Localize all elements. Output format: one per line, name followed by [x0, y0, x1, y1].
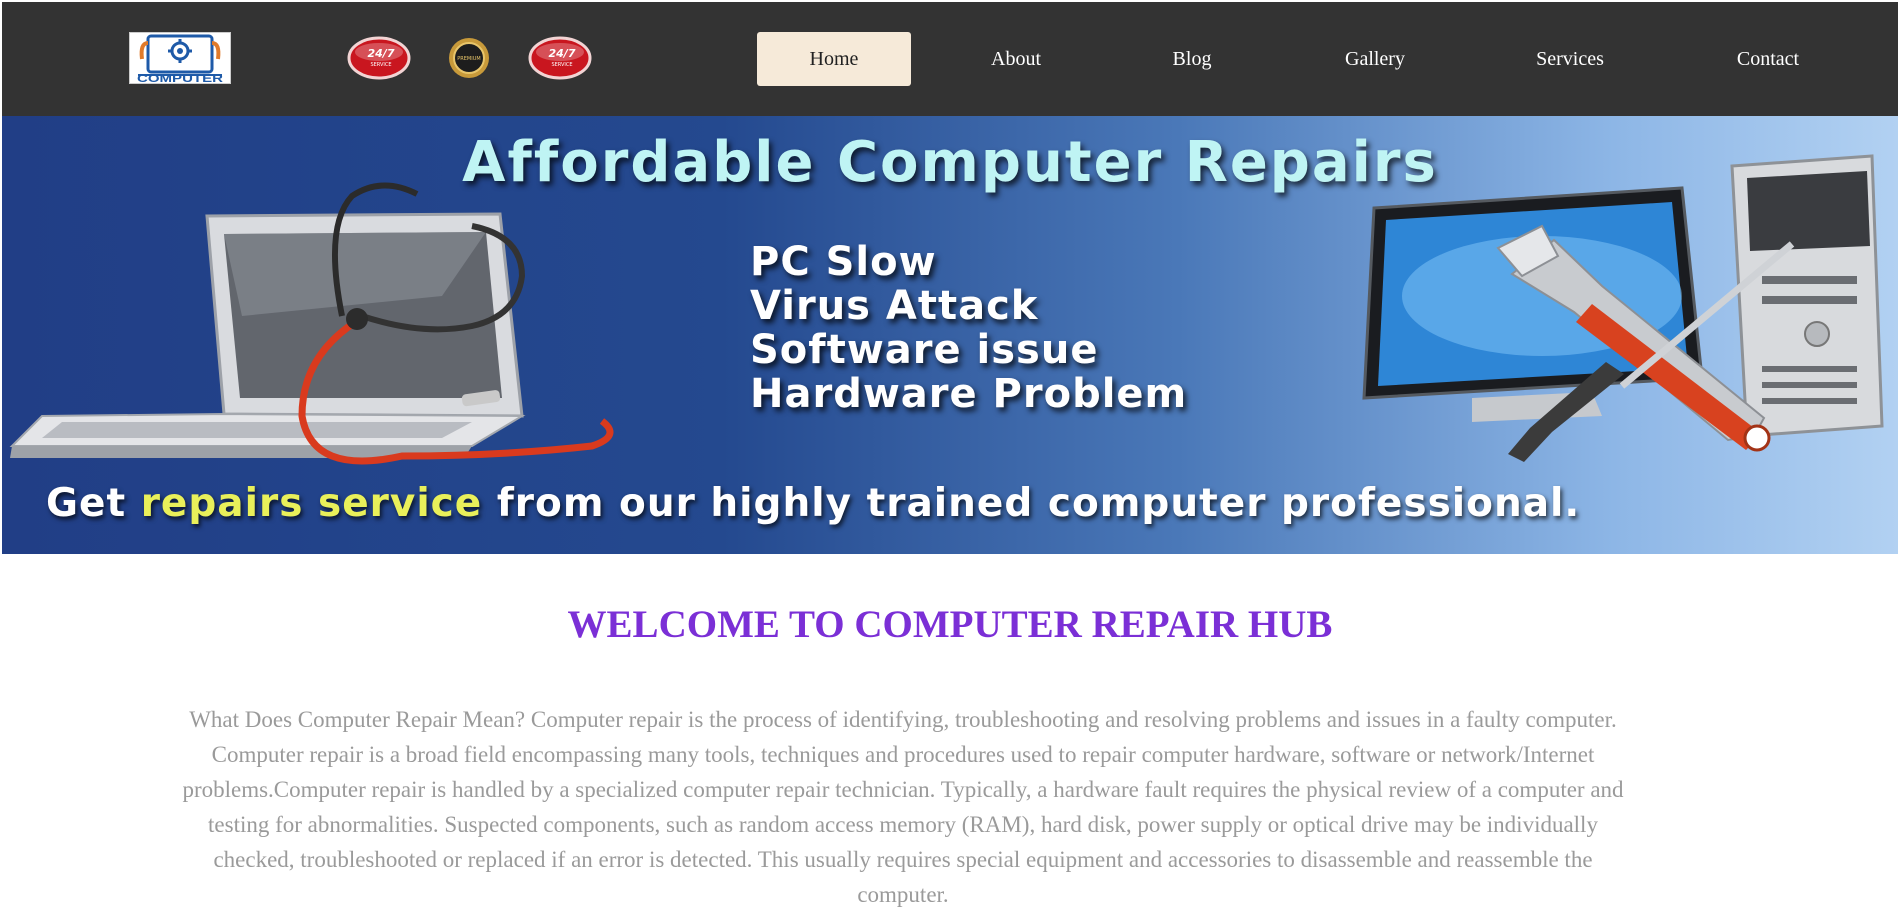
tagline-prefix: Get: [46, 481, 127, 526]
premium-badge-icon: PREMIUM: [437, 36, 501, 80]
monitor-icon: [1362, 186, 1704, 422]
hero-problem-item: Virus Attack: [750, 283, 1039, 329]
welcome-heading: WELCOME TO COMPUTER REPAIR HUB: [567, 603, 1333, 646]
hero-problem-item: PC Slow: [750, 239, 937, 285]
hero-tagline: Get repairs service from our highly trai…: [46, 481, 1580, 526]
badge-2-text: PREMIUM: [457, 56, 480, 62]
laptop-icon: [9, 212, 526, 458]
nav-blog[interactable]: Blog: [1152, 32, 1232, 86]
intro-paragraph: What Does Computer Repair Mean? Computer…: [182, 707, 1624, 907]
nav-contact[interactable]: Contact: [1718, 32, 1818, 86]
hero-problem-item: Hardware Problem: [750, 371, 1188, 417]
site-logo[interactable]: COMPUTER: [129, 32, 231, 84]
badge-3-text: 24/7: [549, 47, 576, 60]
computer-tower-icon: [1730, 154, 1884, 438]
nav-home[interactable]: Home: [757, 32, 911, 86]
logo-text: COMPUTER: [137, 73, 223, 83]
hero-problem-item: Software issue: [750, 327, 1099, 373]
nav-about[interactable]: About: [966, 32, 1066, 86]
hero-banner: Affordable Computer Repairs PC Slow Viru…: [2, 116, 1898, 554]
hero-title: Affordable Computer Repairs: [462, 130, 1438, 195]
tagline-suffix: from our highly trained computer profess…: [496, 481, 1581, 526]
tagline-highlight: repairs service: [140, 481, 483, 526]
nav-services[interactable]: Services: [1520, 32, 1620, 86]
badge-1-text: 24/7: [368, 47, 395, 60]
nav-gallery[interactable]: Gallery: [1325, 32, 1425, 86]
badge-3-subtext: SERVICE: [551, 62, 572, 68]
hero-problem-list: PC Slow Virus Attack Software issue Hard…: [750, 240, 1187, 416]
service-24-7-badge-icon: 24/7 SERVICE: [528, 36, 592, 80]
badge-1-subtext: SERVICE: [370, 62, 391, 68]
service-24-7-badge-icon: 24/7 SERVICE: [347, 36, 411, 80]
